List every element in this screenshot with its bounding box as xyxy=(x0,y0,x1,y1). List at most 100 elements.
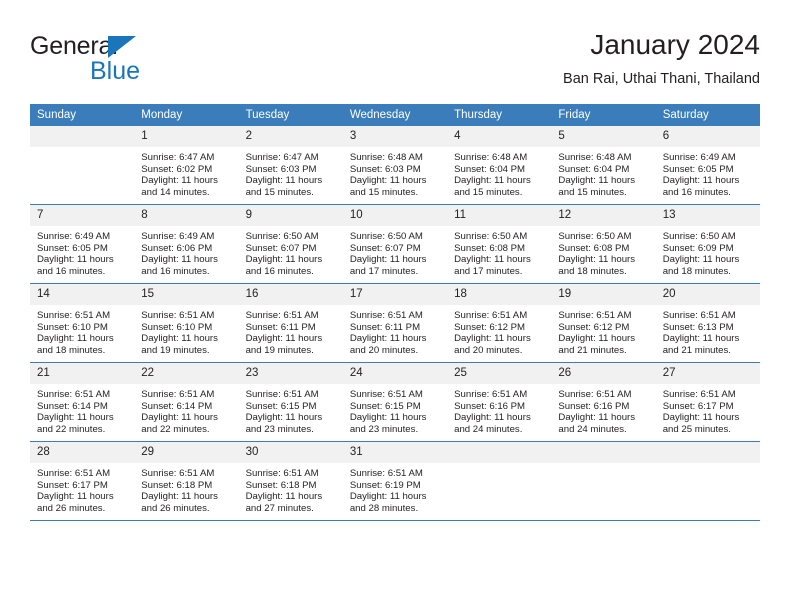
calendar-day-cell[interactable]: 25 Sunrise: 6:51 AM Sunset: 6:16 PM Dayligh… xyxy=(447,362,552,442)
calendar-day-cell[interactable]: 24 Sunrise: 6:51 AM Sunset: 6:15 PM Dayligh… xyxy=(342,362,448,442)
daylight-text-line2: and 20 minutes. xyxy=(454,344,523,356)
sunrise-text: Sunrise: 6:49 AM xyxy=(37,231,111,242)
calendar-day-cell[interactable]: 15 Sunrise: 6:51 AM Sunset: 6:10 PM Dayligh… xyxy=(134,283,239,363)
daylight-text-line2: and 16 minutes. xyxy=(37,265,106,277)
daylight-text-line2: and 16 minutes. xyxy=(245,265,314,277)
calendar-day-cell[interactable]: 10 Sunrise: 6:50 AM Sunset: 6:07 PM Dayligh… xyxy=(342,204,448,284)
calendar-day-cell[interactable]: 5 Sunrise: 6:48 AM Sunset: 6:04 PM Daylight… xyxy=(551,126,656,205)
day-number: 2 xyxy=(238,126,343,147)
day-number: 6 xyxy=(655,126,760,147)
sunset-text: Sunset: 6:04 PM xyxy=(558,163,630,175)
day-number: 17 xyxy=(342,284,448,305)
sunrise-text: Sunrise: 6:48 AM xyxy=(349,152,423,163)
calendar-day-cell[interactable]: 12 Sunrise: 6:50 AM Sunset: 6:08 PM Dayligh… xyxy=(551,204,656,284)
day-number xyxy=(551,442,656,463)
calendar-day-cell[interactable]: 4 Sunrise: 6:48 AM Sunset: 6:04 PM Daylight… xyxy=(447,126,552,205)
calendar-day-cell[interactable]: 14 Sunrise: 6:51 AM Sunset: 6:10 PM Dayligh… xyxy=(30,283,135,363)
day-number: 24 xyxy=(342,363,448,384)
calendar-day-cell[interactable]: 26 Sunrise: 6:51 AM Sunset: 6:16 PM Dayligh… xyxy=(551,362,656,442)
sunset-text: Sunset: 6:03 PM xyxy=(349,163,421,175)
sunset-text: Sunset: 6:15 PM xyxy=(349,400,421,412)
day-details: Sunrise: 6:49 AM Sunset: 6:05 PM Daylight:… xyxy=(656,147,760,198)
sunrise-text: Sunrise: 6:51 AM xyxy=(37,389,111,400)
day-number: 7 xyxy=(30,205,135,226)
calendar-day-cell[interactable]: 20 Sunrise: 6:51 AM Sunset: 6:13 PM Dayligh… xyxy=(655,283,760,363)
calendar-day-cell[interactable]: 21 Sunrise: 6:51 AM Sunset: 6:14 PM Dayligh… xyxy=(30,362,135,442)
daylight-text-line2: and 24 minutes. xyxy=(454,423,523,435)
day-details: Sunrise: 6:51 AM Sunset: 6:14 PM Daylight:… xyxy=(30,384,134,435)
logo-triangle-icon xyxy=(108,36,136,58)
daylight-text-line2: and 21 minutes. xyxy=(662,344,731,356)
calendar-day-cell[interactable]: 17 Sunrise: 6:51 AM Sunset: 6:11 PM Dayligh… xyxy=(342,283,448,363)
calendar-week-row: 14 Sunrise: 6:51 AM Sunset: 6:10 PM Dayligh… xyxy=(30,283,760,363)
day-details: Sunrise: 6:50 AM Sunset: 6:08 PM Daylight:… xyxy=(551,226,655,277)
sunset-text: Sunset: 6:16 PM xyxy=(454,400,526,412)
calendar-day-cell[interactable]: 31 Sunrise: 6:51 AM Sunset: 6:19 PM Dayligh… xyxy=(342,441,448,521)
day-number: 26 xyxy=(551,363,656,384)
day-number: 5 xyxy=(551,126,656,147)
daylight-text-line1: Daylight: 11 hours xyxy=(558,175,636,187)
calendar-day-cell[interactable]: 13 Sunrise: 6:50 AM Sunset: 6:09 PM Dayligh… xyxy=(655,204,760,284)
day-details: Sunrise: 6:49 AM Sunset: 6:05 PM Daylight:… xyxy=(30,226,134,277)
day-details: Sunrise: 6:50 AM Sunset: 6:09 PM Daylight:… xyxy=(656,226,760,277)
calendar-day-cell[interactable]: 16 Sunrise: 6:51 AM Sunset: 6:11 PM Dayligh… xyxy=(238,283,343,363)
daylight-text-line1: Daylight: 11 hours xyxy=(245,175,323,187)
calendar-day-cell[interactable]: 7 Sunrise: 6:49 AM Sunset: 6:05 PM Daylight… xyxy=(30,204,135,284)
daylight-text-line1: Daylight: 11 hours xyxy=(349,175,427,187)
day-number xyxy=(655,442,760,463)
day-details: Sunrise: 6:51 AM Sunset: 6:10 PM Daylight:… xyxy=(30,305,134,356)
sunset-text: Sunset: 6:07 PM xyxy=(349,242,421,254)
sunrise-text: Sunrise: 6:51 AM xyxy=(349,389,423,400)
day-number: 9 xyxy=(238,205,343,226)
calendar-day-cell[interactable]: 1 Sunrise: 6:47 AM Sunset: 6:02 PM Daylight… xyxy=(134,126,239,205)
calendar-day-cell[interactable]: 23 Sunrise: 6:51 AM Sunset: 6:15 PM Dayligh… xyxy=(238,362,343,442)
sunset-text: Sunset: 6:12 PM xyxy=(454,321,526,333)
calendar-day-cell[interactable]: 8 Sunrise: 6:49 AM Sunset: 6:06 PM Daylight… xyxy=(134,204,239,284)
daylight-text-line2: and 19 minutes. xyxy=(245,344,314,356)
daylight-text-line2: and 17 minutes. xyxy=(454,265,523,277)
daylight-text-line1: Daylight: 11 hours xyxy=(454,175,531,187)
calendar-day-cell[interactable]: 3 Sunrise: 6:48 AM Sunset: 6:03 PM Daylight… xyxy=(342,126,448,205)
calendar-day-cell[interactable]: 6 Sunrise: 6:49 AM Sunset: 6:05 PM Daylight… xyxy=(655,126,760,205)
day-details: Sunrise: 6:49 AM Sunset: 6:06 PM Daylight:… xyxy=(134,226,238,277)
sunset-text: Sunset: 6:13 PM xyxy=(662,321,734,333)
daylight-text-line2: and 18 minutes. xyxy=(662,265,731,277)
calendar-day-cell[interactable]: 22 Sunrise: 6:51 AM Sunset: 6:14 PM Dayligh… xyxy=(134,362,239,442)
sunset-text: Sunset: 6:17 PM xyxy=(662,400,734,412)
sunrise-text: Sunrise: 6:51 AM xyxy=(37,310,111,321)
calendar-cell-empty xyxy=(447,441,552,521)
daylight-text-line2: and 22 minutes. xyxy=(37,423,106,435)
calendar-day-cell[interactable]: 18 Sunrise: 6:51 AM Sunset: 6:12 PM Dayligh… xyxy=(447,283,552,363)
calendar-day-cell[interactable]: 28 Sunrise: 6:51 AM Sunset: 6:17 PM Dayligh… xyxy=(30,441,135,521)
sunset-text: Sunset: 6:18 PM xyxy=(245,479,317,491)
calendar-day-cell[interactable]: 9 Sunrise: 6:50 AM Sunset: 6:07 PM Daylight… xyxy=(238,204,343,284)
sunrise-text: Sunrise: 6:51 AM xyxy=(662,310,736,321)
daylight-text-line1: Daylight: 11 hours xyxy=(662,333,740,345)
sunrise-text: Sunrise: 6:51 AM xyxy=(37,468,111,479)
sunrise-text: Sunrise: 6:51 AM xyxy=(245,389,319,400)
daylight-text-line1: Daylight: 11 hours xyxy=(245,412,323,424)
daylight-text-line1: Daylight: 11 hours xyxy=(245,254,323,266)
calendar-day-cell[interactable]: 11 Sunrise: 6:50 AM Sunset: 6:08 PM Dayligh… xyxy=(447,204,552,284)
sunrise-text: Sunrise: 6:51 AM xyxy=(245,310,319,321)
page-subtitle: Ban Rai, Uthai Thani, Thailand xyxy=(563,71,760,87)
daylight-text-line1: Daylight: 11 hours xyxy=(349,491,427,503)
calendar-day-cell[interactable]: 2 Sunrise: 6:47 AM Sunset: 6:03 PM Daylight… xyxy=(238,126,343,205)
daylight-text-line1: Daylight: 11 hours xyxy=(662,175,740,187)
day-details: Sunrise: 6:51 AM Sunset: 6:10 PM Daylight:… xyxy=(134,305,238,356)
day-number: 11 xyxy=(447,205,552,226)
calendar-day-cell[interactable]: 27 Sunrise: 6:51 AM Sunset: 6:17 PM Dayligh… xyxy=(655,362,760,442)
day-number: 14 xyxy=(30,284,135,305)
daylight-text-line2: and 19 minutes. xyxy=(141,344,210,356)
daylight-text-line2: and 15 minutes. xyxy=(454,186,523,198)
sunrise-text: Sunrise: 6:50 AM xyxy=(349,231,423,242)
daylight-text-line2: and 16 minutes. xyxy=(662,186,731,198)
calendar-day-cell[interactable]: 29 Sunrise: 6:51 AM Sunset: 6:18 PM Dayligh… xyxy=(134,441,239,521)
daylight-text-line2: and 25 minutes. xyxy=(662,423,731,435)
sunset-text: Sunset: 6:08 PM xyxy=(558,242,630,254)
calendar-day-cell[interactable]: 19 Sunrise: 6:51 AM Sunset: 6:12 PM Dayligh… xyxy=(551,283,656,363)
day-number xyxy=(30,126,135,147)
calendar-day-cell[interactable]: 30 Sunrise: 6:51 AM Sunset: 6:18 PM Dayligh… xyxy=(238,441,343,521)
sunrise-text: Sunrise: 6:49 AM xyxy=(662,152,736,163)
sunrise-text: Sunrise: 6:51 AM xyxy=(349,468,423,479)
